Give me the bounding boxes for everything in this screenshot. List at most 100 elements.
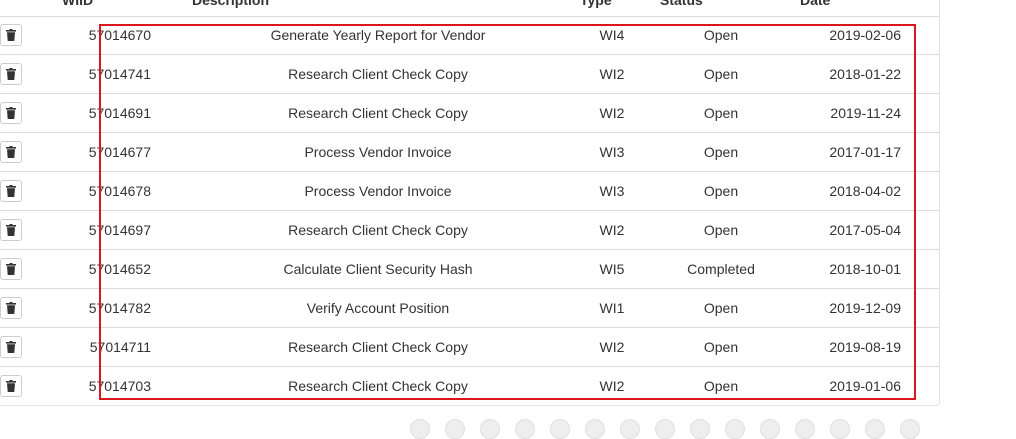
trash-icon	[6, 263, 16, 275]
header-date[interactable]: Date	[800, 0, 830, 8]
cell-date: 2018-10-01	[829, 261, 901, 277]
delete-button[interactable]	[0, 180, 22, 202]
header-type[interactable]: Type	[580, 0, 612, 8]
cell-type: WI2	[599, 66, 625, 82]
table-row[interactable]: 57014711 Research Client Check Copy WI2 Ope…	[0, 328, 939, 367]
page-button[interactable]	[830, 419, 850, 439]
trash-icon	[6, 107, 16, 119]
cell-description: Research Client Check Copy	[288, 66, 468, 82]
page-button[interactable]	[515, 419, 535, 439]
header-status[interactable]: Status	[660, 0, 703, 8]
cell-description: Research Client Check Copy	[288, 339, 468, 355]
table-row[interactable]: 57014697 Research Client Check Copy WI2 Ope…	[0, 211, 939, 250]
page-button[interactable]	[690, 419, 710, 439]
cell-type: WI3	[599, 183, 625, 199]
cell-status: Open	[703, 183, 739, 199]
page-button[interactable]	[865, 419, 885, 439]
delete-button[interactable]	[0, 258, 22, 280]
page-button[interactable]	[410, 419, 430, 439]
cell-status: Completed	[687, 261, 755, 277]
cell-status: Open	[703, 27, 739, 43]
table-body: 57014670 Generate Yearly Report for Vendo…	[0, 16, 939, 405]
delete-button[interactable]	[0, 63, 22, 85]
work-items-table: WIID Description Type Status Date 570146…	[0, 0, 940, 406]
cell-status: Open	[703, 339, 739, 355]
cell-status: Open	[703, 144, 739, 160]
cell-description: Research Client Check Copy	[288, 378, 468, 394]
cell-type: WI4	[599, 27, 625, 43]
cell-wiid: 57014741	[88, 66, 151, 82]
page-button[interactable]	[760, 419, 780, 439]
trash-icon	[6, 29, 16, 41]
page-button[interactable]	[585, 419, 605, 439]
cell-wiid: 57014677	[88, 144, 151, 160]
delete-button[interactable]	[0, 375, 22, 397]
cell-description: Process Vendor Invoice	[304, 144, 452, 160]
page-button[interactable]	[725, 419, 745, 439]
table-row[interactable]: 57014703 Research Client Check Copy WI2 Ope…	[0, 367, 939, 405]
cell-wiid: 57014703	[88, 378, 151, 394]
cell-date: 2019-01-06	[829, 378, 901, 394]
page-button[interactable]	[655, 419, 675, 439]
cell-type: WI2	[599, 105, 625, 121]
cell-date: 2019-12-09	[829, 300, 901, 316]
delete-button[interactable]	[0, 336, 22, 358]
cell-status: Open	[703, 300, 739, 316]
trash-icon	[6, 302, 16, 314]
delete-button[interactable]	[0, 219, 22, 241]
cell-wiid: 57014670	[88, 27, 151, 43]
cell-type: WI1	[599, 300, 625, 316]
cell-type: WI5	[599, 261, 625, 277]
cell-date: 2018-04-02	[829, 183, 901, 199]
header-description[interactable]: Description	[192, 0, 269, 8]
cell-wiid: 57014691	[88, 105, 151, 121]
cell-date: 2017-01-17	[829, 144, 901, 160]
cell-wiid: 57014782	[88, 300, 151, 316]
table-row[interactable]: 57014741 Research Client Check Copy WI2 Ope…	[0, 55, 939, 94]
cell-type: WI2	[599, 378, 625, 394]
table-row[interactable]: 57014677 Process Vendor Invoice WI3 Open 201…	[0, 133, 939, 172]
table-row[interactable]: 57014678 Process Vendor Invoice WI3 Open 201…	[0, 172, 939, 211]
cell-wiid: 57014678	[88, 183, 151, 199]
cell-date: 2017-05-04	[829, 222, 901, 238]
table-row[interactable]: 57014782 Verify Account Position WI1 Open 20…	[0, 289, 939, 328]
page-button[interactable]	[445, 419, 465, 439]
cell-date: 2019-11-24	[830, 105, 901, 121]
header-wiid[interactable]: WIID	[62, 0, 93, 8]
cell-type: WI3	[599, 144, 625, 160]
cell-status: Open	[703, 378, 739, 394]
delete-button[interactable]	[0, 102, 22, 124]
cell-wiid: 57014697	[88, 222, 151, 238]
cell-description: Generate Yearly Report for Vendor	[270, 27, 486, 43]
page-button[interactable]	[900, 419, 920, 439]
cell-wiid: 57014652	[88, 261, 151, 277]
cell-description: Research Client Check Copy	[288, 105, 468, 121]
cell-date: 2019-02-06	[829, 27, 901, 43]
cell-description: Calculate Client Security Hash	[283, 261, 473, 277]
pagination	[410, 419, 920, 439]
delete-button[interactable]	[0, 141, 22, 163]
cell-status: Open	[703, 222, 739, 238]
trash-icon	[6, 224, 16, 236]
cell-description: Process Vendor Invoice	[304, 183, 452, 199]
cell-status: Open	[703, 66, 739, 82]
cell-date: 2018-01-22	[829, 66, 901, 82]
trash-icon	[6, 68, 16, 80]
page-button[interactable]	[795, 419, 815, 439]
trash-icon	[6, 146, 16, 158]
page-button[interactable]	[620, 419, 640, 439]
trash-icon	[6, 341, 16, 353]
table-header: WIID Description Type Status Date	[0, 0, 939, 17]
page-button[interactable]	[550, 419, 570, 439]
delete-button[interactable]	[0, 297, 22, 319]
cell-description: Verify Account Position	[306, 300, 450, 316]
cell-status: Open	[703, 105, 739, 121]
cell-type: WI2	[599, 339, 625, 355]
cell-description: Research Client Check Copy	[288, 222, 468, 238]
delete-button[interactable]	[0, 24, 22, 46]
table-row[interactable]: 57014652 Calculate Client Security Hash WI…	[0, 250, 939, 289]
table-row[interactable]: 57014670 Generate Yearly Report for Vendo…	[0, 16, 939, 55]
page-button[interactable]	[480, 419, 500, 439]
table-row[interactable]: 57014691 Research Client Check Copy WI2 Ope…	[0, 94, 939, 133]
cell-type: WI2	[599, 222, 625, 238]
